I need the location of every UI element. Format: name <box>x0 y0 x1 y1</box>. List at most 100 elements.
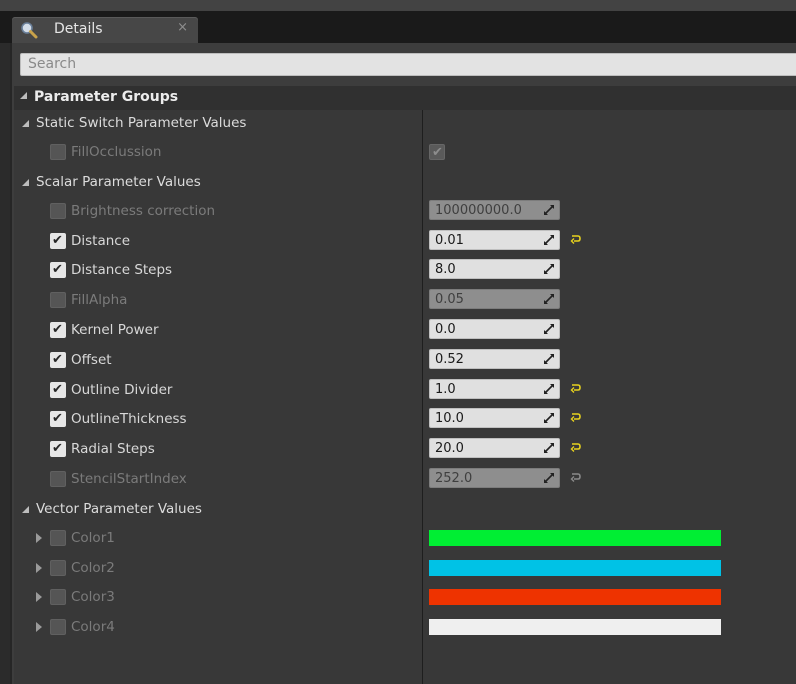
param-label: OutlineThickness <box>71 411 187 428</box>
override-checkbox[interactable]: ✔ <box>50 322 66 338</box>
details-magnifier-icon <box>21 22 38 39</box>
drag-spin-icon[interactable] <box>543 442 555 454</box>
vector-param-row: Color2 <box>14 555 796 583</box>
numeric-value: 0.52 <box>435 351 464 367</box>
param-label: Radial Steps <box>71 441 155 458</box>
override-checkbox[interactable] <box>50 202 66 219</box>
override-checkbox[interactable] <box>50 589 66 606</box>
search-box[interactable] <box>20 53 796 76</box>
override-checkbox[interactable]: ✔ <box>50 262 66 279</box>
column-divider[interactable] <box>422 110 423 684</box>
numeric-value: 1.0 <box>435 381 456 397</box>
param-label: StencilStartIndex <box>71 471 187 487</box>
scalar-param-row: ✔ Radial Steps 20.0 <box>14 436 796 464</box>
numeric-input[interactable]: 8.0 <box>429 259 560 280</box>
reset-to-default-icon[interactable] <box>570 411 582 423</box>
check-icon: ✔ <box>52 262 63 278</box>
search-input[interactable] <box>28 56 792 72</box>
section-title: Scalar Parameter Values <box>36 173 201 190</box>
numeric-input[interactable]: 0.52 <box>429 348 560 369</box>
numeric-value: 0.05 <box>435 292 464 308</box>
section-header-scalar[interactable]: Scalar Parameter Values <box>14 169 796 197</box>
expand-arrow-icon[interactable] <box>36 532 42 543</box>
param-label: Color4 <box>71 619 115 636</box>
numeric-input[interactable]: 10.0 <box>429 408 560 429</box>
collapse-arrow-icon[interactable] <box>20 92 27 99</box>
tab-strip: Details × <box>0 11 796 43</box>
color-swatch[interactable] <box>429 529 721 546</box>
value-checkbox[interactable]: ✔ <box>429 144 445 160</box>
numeric-value: 0.01 <box>435 232 464 248</box>
override-checkbox[interactable] <box>50 471 66 487</box>
window-top-bar <box>0 0 796 11</box>
param-label: FillOcclussion <box>71 144 162 160</box>
override-checkbox[interactable] <box>50 559 66 576</box>
collapse-arrow-icon[interactable] <box>22 178 29 186</box>
static-switch-row: FillOcclussion ✔ <box>14 139 796 167</box>
reset-to-default-icon[interactable] <box>570 441 582 453</box>
parameter-groups-header[interactable]: Parameter Groups <box>14 86 796 111</box>
reset-to-default-icon[interactable] <box>570 233 582 245</box>
param-label: Color3 <box>71 589 115 606</box>
parameter-list: Static Switch Parameter Values FillOcclus… <box>14 110 796 684</box>
scalar-param-row: FillAlpha 0.05 <box>14 287 796 315</box>
override-checkbox[interactable] <box>50 144 66 160</box>
expand-arrow-icon[interactable] <box>36 592 42 603</box>
scalar-param-row: ✔ OutlineThickness 10.0 <box>14 406 796 434</box>
numeric-input[interactable]: 0.05 <box>429 289 560 310</box>
override-checkbox[interactable] <box>50 529 66 546</box>
param-label: Color2 <box>71 559 115 576</box>
param-label: Outline Divider <box>71 381 173 398</box>
override-checkbox[interactable] <box>50 292 66 309</box>
override-checkbox[interactable]: ✔ <box>50 232 66 249</box>
drag-spin-icon[interactable] <box>543 472 555 484</box>
param-label: Kernel Power <box>71 322 159 338</box>
drag-spin-icon[interactable] <box>543 383 555 395</box>
drag-spin-icon[interactable] <box>543 323 555 335</box>
color-swatch[interactable] <box>429 619 721 636</box>
scalar-param-row: Brightness correction 100000000.0 <box>14 198 796 226</box>
override-checkbox[interactable] <box>50 619 66 636</box>
tab-title: Details <box>54 21 103 37</box>
details-panel: Parameter Groups Static Switch Parameter… <box>10 43 796 684</box>
collapse-arrow-icon[interactable] <box>22 505 29 513</box>
numeric-value: 100000000.0 <box>435 202 522 218</box>
color-swatch[interactable] <box>429 559 721 576</box>
reset-to-default-icon[interactable] <box>570 382 582 394</box>
check-icon: ✔ <box>52 441 63 457</box>
override-checkbox[interactable]: ✔ <box>50 411 66 428</box>
numeric-input[interactable]: 0.0 <box>429 319 560 339</box>
numeric-value: 252.0 <box>435 471 473 486</box>
drag-spin-icon[interactable] <box>543 263 555 275</box>
numeric-input[interactable]: 100000000.0 <box>429 199 560 220</box>
vector-param-row: Color1 <box>14 525 796 553</box>
section-header-static_switch[interactable]: Static Switch Parameter Values <box>14 110 796 138</box>
section-title: Vector Parameter Values <box>36 500 202 517</box>
param-label: Offset <box>71 351 112 368</box>
numeric-input[interactable]: 0.01 <box>429 229 560 250</box>
reset-to-default-icon[interactable] <box>570 471 582 483</box>
numeric-input[interactable]: 20.0 <box>429 438 560 459</box>
collapse-arrow-icon[interactable] <box>22 120 29 127</box>
check-icon: ✔ <box>52 232 63 248</box>
numeric-input[interactable]: 252.0 <box>429 468 560 488</box>
expand-arrow-icon[interactable] <box>36 622 42 633</box>
tab-close-icon[interactable]: × <box>177 20 188 35</box>
expand-arrow-icon[interactable] <box>36 562 42 573</box>
param-label: Brightness correction <box>71 202 216 219</box>
override-checkbox[interactable]: ✔ <box>50 441 66 458</box>
numeric-value: 8.0 <box>435 262 456 278</box>
numeric-input[interactable]: 1.0 <box>429 378 560 399</box>
drag-spin-icon[interactable] <box>543 412 555 424</box>
color-swatch[interactable] <box>429 589 721 606</box>
check-icon: ✔ <box>52 411 63 427</box>
drag-spin-icon[interactable] <box>543 293 555 305</box>
drag-spin-icon[interactable] <box>543 204 555 216</box>
param-label: Distance Steps <box>71 262 173 279</box>
drag-spin-icon[interactable] <box>543 234 555 246</box>
tab-details[interactable]: Details × <box>12 17 198 43</box>
section-header-vector[interactable]: Vector Parameter Values <box>14 496 796 524</box>
drag-spin-icon[interactable] <box>543 353 555 365</box>
override-checkbox[interactable]: ✔ <box>50 351 66 368</box>
override-checkbox[interactable]: ✔ <box>50 381 66 398</box>
